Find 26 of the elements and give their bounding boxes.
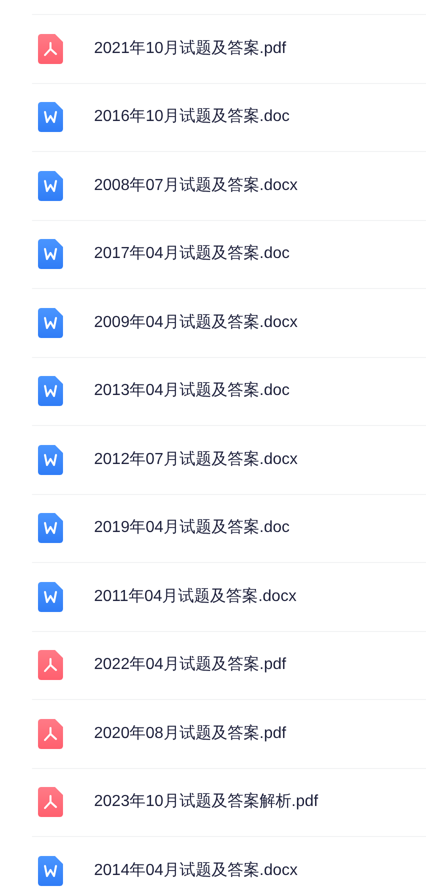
pdf-file-icon	[38, 718, 63, 749]
file-name[interactable]: 2020年08月试题及答案.pdf	[94, 722, 286, 746]
pdf-file-icon	[38, 787, 63, 818]
file-name[interactable]: 2011年04月试题及答案.docx	[94, 584, 296, 609]
word-file-icon	[38, 376, 63, 406]
word-file-icon	[38, 102, 63, 132]
word-file-icon	[38, 239, 63, 270]
word-file-icon	[38, 444, 63, 475]
file-name[interactable]: 2009年04月试题及答案.docx	[94, 310, 298, 335]
file-name[interactable]: 2019年04月试题及答案.doc	[94, 516, 290, 540]
pdf-file-icon	[38, 650, 63, 680]
file-name[interactable]: 2017年04月试题及答案.doc	[94, 242, 290, 266]
word-file-icon	[38, 856, 63, 886]
word-file-icon	[38, 170, 63, 201]
word-file-icon	[38, 513, 63, 544]
file-name[interactable]: 2008年07月试题及答案.docx	[94, 174, 298, 198]
file-name[interactable]: 2014年04月试题及答案.docx	[94, 858, 298, 883]
file-name[interactable]: 2023年10月试题及答案解析.pdf	[94, 790, 318, 814]
file-name[interactable]: 2022年04月试题及答案.pdf	[94, 653, 286, 678]
pdf-file-icon	[38, 34, 63, 64]
file-name[interactable]: 2013年04月试题及答案.doc	[94, 379, 290, 404]
word-file-icon	[38, 308, 63, 338]
file-name[interactable]: 2021年10月试题及答案.pdf	[94, 36, 286, 61]
word-file-icon	[38, 582, 63, 612]
file-name[interactable]: 2012年07月试题及答案.docx	[94, 448, 298, 472]
file-name[interactable]: 2016年10月试题及答案.doc	[94, 105, 290, 130]
